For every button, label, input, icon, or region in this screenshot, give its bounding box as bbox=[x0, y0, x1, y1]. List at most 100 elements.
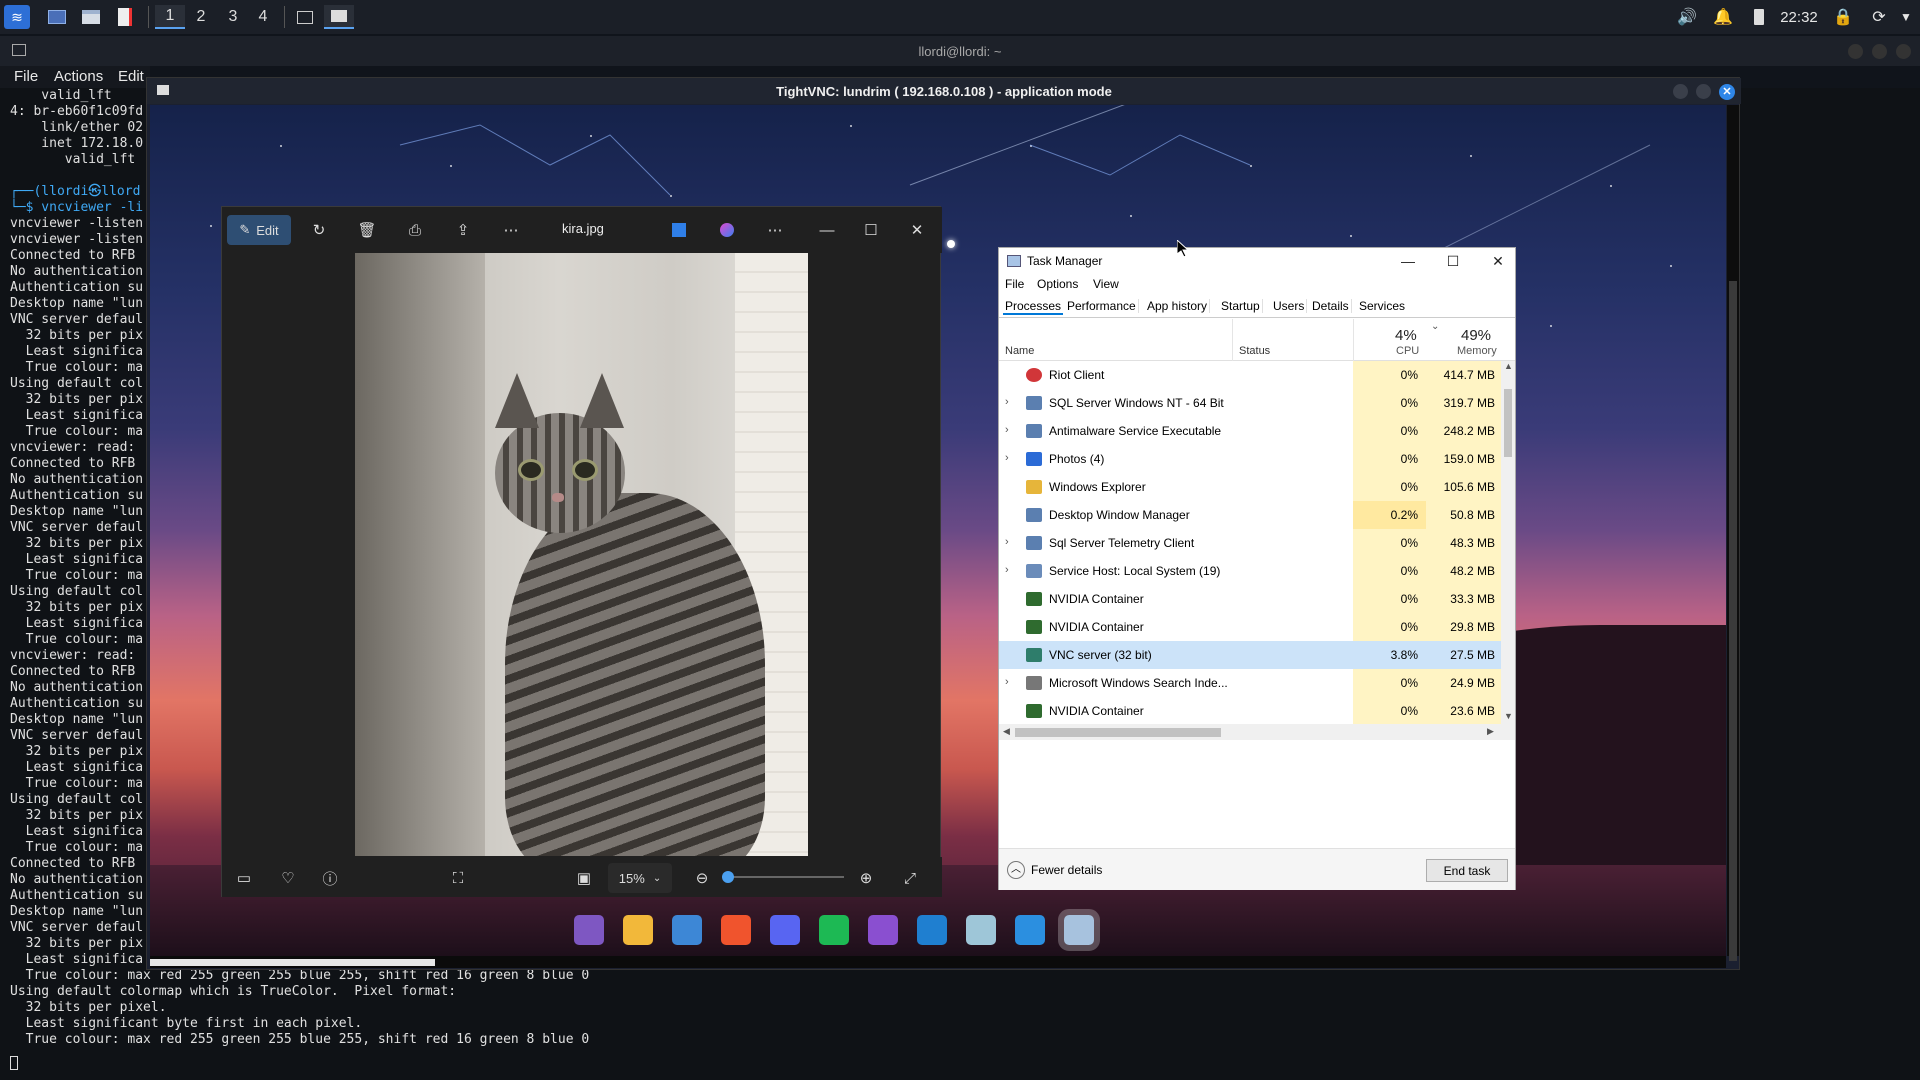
network-icon[interactable]: ▼ bbox=[1896, 5, 1916, 29]
tab-details[interactable]: Details bbox=[1310, 299, 1352, 313]
process-row[interactable]: NVIDIA Container 0% 23.6 MB bbox=[999, 697, 1501, 724]
process-row[interactable]: VNC server (32 bit) 3.8% 27.5 MB bbox=[999, 641, 1501, 669]
discord-icon[interactable] bbox=[770, 915, 800, 945]
filmstrip-icon[interactable]: ▭ bbox=[230, 863, 258, 893]
terminal-window-button[interactable] bbox=[292, 5, 318, 29]
maximize-icon[interactable]: ☐ bbox=[856, 215, 886, 245]
hscroll-thumb[interactable] bbox=[1015, 728, 1221, 737]
vnc-window-button[interactable] bbox=[324, 5, 354, 29]
delete-icon[interactable]: 🗑 bbox=[352, 215, 382, 245]
terminal-menu-actions[interactable]: Actions bbox=[54, 68, 103, 85]
vnc-maximize-button[interactable] bbox=[1696, 84, 1711, 99]
fewer-details-button[interactable]: ︿ Fewer details bbox=[1007, 861, 1102, 879]
tm-menu-options[interactable]: Options bbox=[1037, 277, 1078, 291]
editor-icon[interactable] bbox=[664, 215, 694, 245]
scroll-left-icon[interactable]: ◀ bbox=[1003, 726, 1010, 737]
tm-maximize-icon[interactable]: ☐ bbox=[1436, 250, 1470, 272]
cat-photo[interactable] bbox=[355, 253, 808, 856]
share-icon[interactable]: ⇪ bbox=[448, 215, 478, 245]
zoom-out-icon[interactable]: ⊖ bbox=[688, 863, 716, 893]
tab-startup[interactable]: Startup bbox=[1219, 299, 1263, 313]
expand-chevron-icon[interactable]: › bbox=[1005, 676, 1009, 688]
brave-icon[interactable] bbox=[721, 915, 751, 945]
photos-app-icon[interactable] bbox=[1015, 915, 1045, 945]
process-row[interactable]: › Photos (4) 0% 159.0 MB bbox=[999, 445, 1501, 473]
power-refresh-icon[interactable]: ⟳ bbox=[1868, 5, 1890, 29]
notepad-icon[interactable] bbox=[966, 915, 996, 945]
vscroll-thumb[interactable] bbox=[1504, 389, 1512, 457]
copilot-icon[interactable] bbox=[574, 915, 604, 945]
spotify-icon[interactable] bbox=[819, 915, 849, 945]
actual-size-icon[interactable]: ▣ bbox=[570, 863, 598, 893]
column-cpu[interactable]: CPU bbox=[1396, 345, 1419, 357]
end-task-button[interactable]: End task bbox=[1426, 859, 1508, 882]
scroll-right-icon[interactable]: ▶ bbox=[1487, 726, 1494, 737]
text-editor-icon[interactable] bbox=[114, 5, 136, 29]
process-list-vscroll[interactable]: ▲ ▼ bbox=[1501, 361, 1515, 724]
vnc-hscroll-thumb[interactable] bbox=[150, 959, 435, 966]
kali-menu-icon[interactable]: ≋ bbox=[4, 5, 30, 29]
workspace-2[interactable]: 2 bbox=[186, 5, 216, 29]
process-row[interactable]: › Sql Server Telemetry Client 0% 48.3 MB bbox=[999, 529, 1501, 557]
vnc-vscroll[interactable] bbox=[1727, 105, 1739, 961]
volume-icon[interactable]: 🔊 bbox=[1676, 5, 1698, 29]
notification-icon[interactable]: 🔔 bbox=[1712, 5, 1734, 29]
show-desktop-icon[interactable] bbox=[46, 5, 68, 29]
vnc-close-button[interactable]: ✕ bbox=[1719, 84, 1735, 100]
tab-performance[interactable]: Performance bbox=[1065, 299, 1139, 313]
file-explorer-icon[interactable] bbox=[623, 915, 653, 945]
crop-focus-icon[interactable]: ⛶ bbox=[444, 863, 472, 893]
clock[interactable]: 22:32 bbox=[1774, 5, 1824, 29]
tab-processes[interactable]: Processes bbox=[1003, 299, 1064, 315]
fullscreen-icon[interactable]: ⤢ bbox=[896, 863, 924, 893]
scroll-up-icon[interactable]: ▲ bbox=[1504, 361, 1513, 371]
favorite-icon[interactable]: ♡ bbox=[274, 863, 302, 893]
workspace-1[interactable]: 1 bbox=[155, 5, 185, 29]
vnc-minimize-button[interactable] bbox=[1673, 84, 1688, 99]
zoom-slider[interactable] bbox=[722, 871, 844, 883]
tm-menu-view[interactable]: View bbox=[1093, 277, 1119, 291]
column-status[interactable]: Status bbox=[1239, 345, 1270, 357]
column-memory[interactable]: Memory bbox=[1457, 345, 1497, 357]
expand-chevron-icon[interactable]: › bbox=[1005, 452, 1009, 464]
remote-desktop[interactable]: ✎ Edit ↻ 🗑 ⎙ ⇪ ⋯ kira.jpg ⋯ — ☐ ✕ ▭ ♡ ⓘ … bbox=[150, 105, 1726, 956]
process-row[interactable]: Windows Explorer 0% 105.6 MB bbox=[999, 473, 1501, 501]
process-row[interactable]: Desktop Window Manager 0.2% 50.8 MB bbox=[999, 501, 1501, 529]
expand-chevron-icon[interactable]: › bbox=[1005, 536, 1009, 548]
more-options-icon[interactable]: ⋯ bbox=[496, 215, 526, 245]
minimize-icon[interactable]: — bbox=[812, 215, 842, 245]
more-options-icon-2[interactable]: ⋯ bbox=[760, 215, 790, 245]
process-row[interactable]: › SQL Server Windows NT - 64 Bit 0% 319.7 M… bbox=[999, 389, 1501, 417]
process-row[interactable]: › Microsoft Windows Search Inde... 0% 24.9 … bbox=[999, 669, 1501, 697]
expand-chevron-icon[interactable]: › bbox=[1005, 396, 1009, 408]
tab-services[interactable]: Services bbox=[1357, 299, 1407, 313]
close-icon[interactable]: ✕ bbox=[902, 215, 932, 245]
pc-icon[interactable] bbox=[672, 915, 702, 945]
tab-app-history[interactable]: App history bbox=[1145, 299, 1211, 313]
workspace-3[interactable]: 3 bbox=[218, 5, 248, 29]
task-manager-app-icon[interactable] bbox=[1058, 909, 1100, 951]
rotate-icon[interactable]: ↻ bbox=[304, 215, 334, 245]
file-manager-icon[interactable] bbox=[80, 5, 102, 29]
info-icon[interactable]: ⓘ bbox=[316, 863, 344, 893]
vnc-hscroll[interactable] bbox=[150, 956, 1726, 968]
process-row[interactable]: › Service Host: Local System (19) 0% 48.2 M… bbox=[999, 557, 1501, 585]
vnc-vscroll-thumb[interactable] bbox=[1729, 281, 1737, 961]
tm-close-icon[interactable]: ✕ bbox=[1481, 250, 1515, 272]
terminal-close-button[interactable] bbox=[1896, 44, 1911, 59]
terminal-maximize-button[interactable] bbox=[1872, 44, 1887, 59]
zoom-dropdown[interactable]: 15% ⌄ bbox=[608, 863, 672, 893]
zoom-in-icon[interactable]: ⊕ bbox=[852, 863, 880, 893]
column-name[interactable]: Name bbox=[1005, 345, 1034, 357]
zoom-slider-thumb[interactable] bbox=[722, 871, 734, 883]
vscode-icon[interactable] bbox=[917, 915, 947, 945]
process-list-hscroll[interactable]: ◀ ▶ bbox=[999, 724, 1515, 740]
edit-button[interactable]: ✎ Edit bbox=[227, 215, 291, 245]
tab-users[interactable]: Users bbox=[1271, 299, 1308, 313]
expand-chevron-icon[interactable]: › bbox=[1005, 424, 1009, 436]
tm-minimize-icon[interactable]: — bbox=[1391, 250, 1425, 272]
scroll-down-icon[interactable]: ▼ bbox=[1504, 711, 1513, 721]
expand-chevron-icon[interactable]: › bbox=[1005, 564, 1009, 576]
terminal-minimize-button[interactable] bbox=[1848, 44, 1863, 59]
tm-menu-file[interactable]: File bbox=[1005, 277, 1024, 291]
